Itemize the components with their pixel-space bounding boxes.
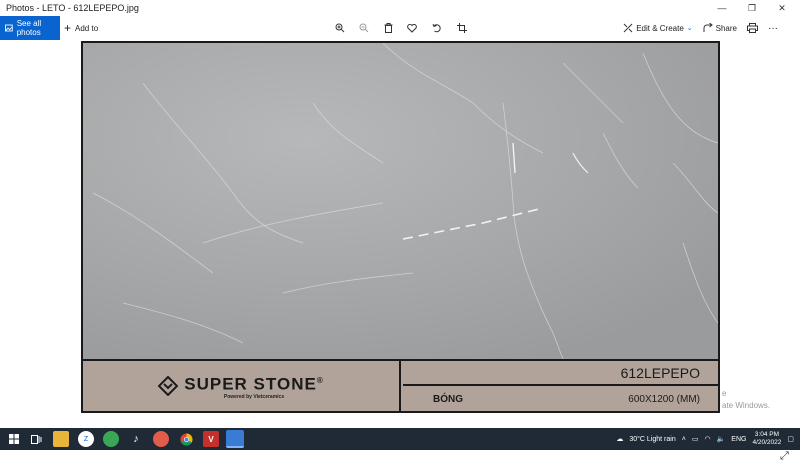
minimize-button[interactable]: — <box>708 0 736 16</box>
more-icon[interactable]: ··· <box>768 23 778 34</box>
close-button[interactable]: ✕ <box>768 0 796 16</box>
activate-windows-watermark: e ate Windows. <box>722 389 771 410</box>
weather-text[interactable]: 30°C Light rain <box>629 436 675 443</box>
tiktok-icon[interactable]: ♪ <box>128 431 144 447</box>
add-to-label: Add to <box>75 23 99 33</box>
size-label: 600X1200 (MM) <box>628 394 700 405</box>
system-tray: ☁ 30°C Light rain ˄ ▭ ◠ 🔈 ENG 3:04 PM 4/… <box>616 428 800 450</box>
title-bar: Photos - LETO - 612LEPEPO.jpg — ❐ ✕ <box>0 0 800 16</box>
language-indicator[interactable]: ENG <box>731 436 746 443</box>
window-title: Photos - LETO - 612LEPEPO.jpg <box>6 3 139 13</box>
product-code: 612LEPEPO <box>620 365 700 381</box>
plus-icon: + <box>64 21 72 35</box>
image-viewer[interactable]: SUPER STONE® Powered by Vietceramics 612… <box>0 40 800 462</box>
chevron-up-icon[interactable]: ˄ <box>682 436 686 443</box>
tile-info-band: SUPER STONE® Powered by Vietceramics 612… <box>83 359 718 411</box>
add-to-button[interactable]: + Add to <box>64 16 98 40</box>
zalo-icon[interactable]: Z <box>78 431 94 447</box>
fullscreen-icon[interactable]: ⤢ <box>780 450 789 463</box>
see-all-photos-label: See all photos <box>16 19 42 37</box>
taskbar: Z ♪ V ☁ 30°C Light rain ˄ ▭ ◠ 🔈 ENG 3:04… <box>0 428 800 450</box>
network-icon[interactable]: ◠ <box>704 435 710 443</box>
vivaldi-icon[interactable]: V <box>203 431 219 447</box>
zoom-out-icon[interactable] <box>356 20 372 36</box>
file-explorer-icon[interactable] <box>53 431 69 447</box>
volume-icon[interactable]: 🔈 <box>717 435 726 443</box>
brand-subtitle: Powered by Vietceramics <box>223 393 285 400</box>
edit-create-label: Edit & Create <box>636 23 684 33</box>
edit-create-button[interactable]: Edit & Create ⌄ <box>623 23 693 33</box>
see-all-photos-button[interactable]: See all photos <box>0 16 60 40</box>
brand-logo: SUPER STONE® Powered by Vietceramics <box>158 372 323 400</box>
maximize-button[interactable]: ❐ <box>738 0 766 16</box>
delete-icon[interactable] <box>380 20 396 36</box>
app-icon[interactable] <box>103 431 119 447</box>
rotate-icon[interactable] <box>429 20 445 36</box>
share-label: Share <box>715 23 737 33</box>
notification-icon[interactable]: ▢ <box>787 435 794 443</box>
print-icon[interactable] <box>747 23 758 33</box>
task-view-icon[interactable] <box>28 431 44 447</box>
share-button[interactable]: Share <box>703 23 737 33</box>
brand-cell: SUPER STONE® Powered by Vietceramics <box>83 361 401 411</box>
chrome-icon[interactable] <box>178 431 194 447</box>
battery-icon[interactable]: ▭ <box>692 435 699 443</box>
right-toolbar: Edit & Create ⌄ Share ··· <box>623 16 778 40</box>
zoom-in-icon[interactable] <box>332 20 348 36</box>
photos-icon <box>5 24 13 32</box>
chevron-down-icon: ⌄ <box>686 25 693 32</box>
toolbar: See all photos + Add to Edit & Create ⌄ … <box>0 16 800 40</box>
brand-name: SUPER STONE® <box>184 374 324 394</box>
tile-photo: SUPER STONE® Powered by Vietceramics 612… <box>81 41 720 413</box>
marble-texture <box>83 43 718 359</box>
edit-icon <box>623 23 633 33</box>
product-code-cell: 612LEPEPO <box>403 361 718 386</box>
finish-label: BÓNG <box>433 394 463 405</box>
heart-icon[interactable] <box>404 20 420 36</box>
start-icon[interactable] <box>6 431 22 447</box>
super-stone-logo-icon <box>158 376 179 396</box>
share-icon <box>703 23 713 32</box>
crop-icon[interactable] <box>454 20 470 36</box>
clock[interactable]: 3:04 PM 4/20/2022 <box>752 431 781 447</box>
photos-taskbar-icon[interactable] <box>226 430 244 448</box>
cloud-icon: ☁ <box>616 436 624 443</box>
game-icon[interactable] <box>153 431 169 447</box>
